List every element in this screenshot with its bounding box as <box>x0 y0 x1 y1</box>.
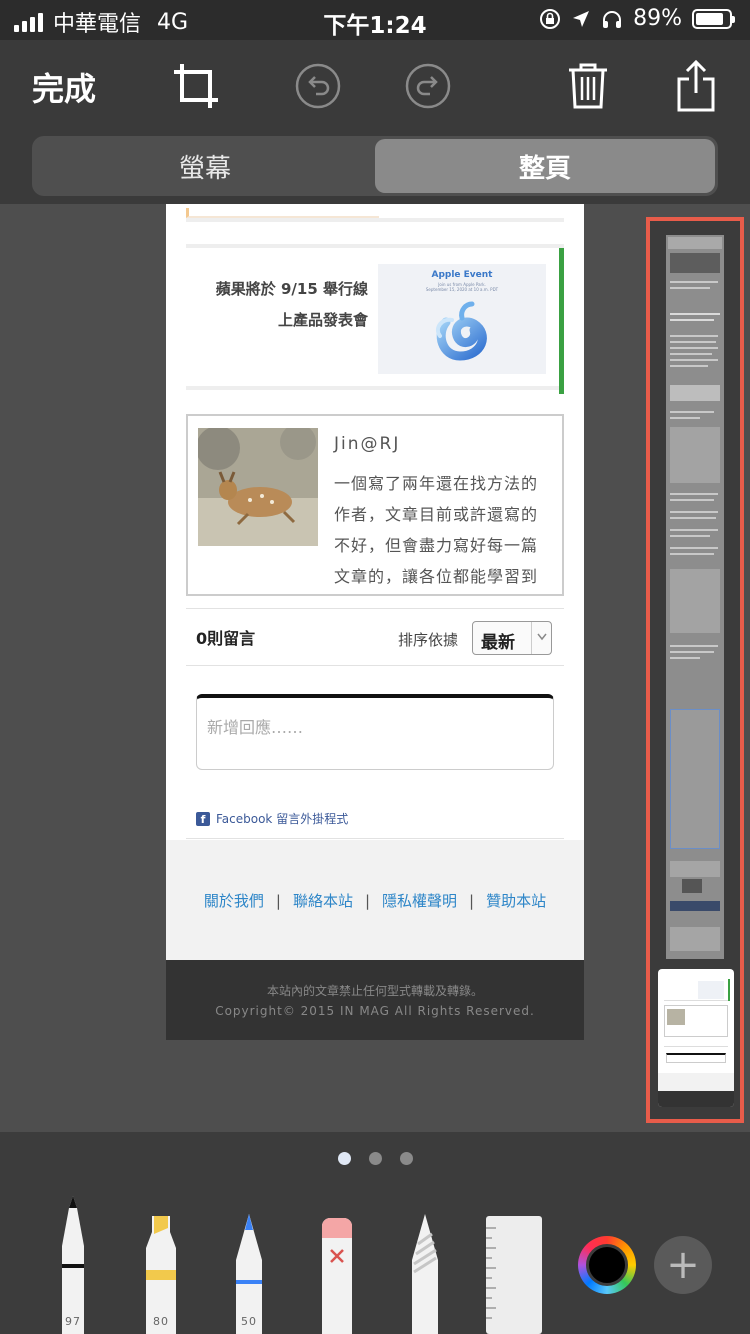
eraser-tool[interactable] <box>318 1216 356 1334</box>
pencil-tool[interactable]: 50 <box>230 1214 268 1334</box>
author-avatar <box>198 428 318 546</box>
page-indicator <box>0 1152 750 1165</box>
capture-mode-control: 螢幕 整頁 <box>32 136 718 196</box>
battery-icon <box>692 8 735 29</box>
footer-copyright: 本站內的文章禁止任何型式轉載及轉錄。 Copyright© 2015 IN MA… <box>166 960 584 1040</box>
lasso-tool[interactable] <box>406 1214 444 1334</box>
redo-icon[interactable] <box>400 58 456 114</box>
markup-tool-palette: 97 80 50 + <box>0 1132 750 1334</box>
divider <box>186 838 564 839</box>
status-bar: 中華電信 4G 下午1:24 89% <box>0 0 750 40</box>
crop-icon[interactable] <box>168 58 224 114</box>
undo-icon[interactable] <box>290 58 346 114</box>
related-article[interactable]: 蘋果將於 9/15 舉行線 上產品發表會 Apple Event Join us… <box>186 244 564 394</box>
pen-icon <box>62 1196 84 1334</box>
pen-tool[interactable]: 97 <box>54 1196 92 1334</box>
page-thumbnail[interactable] <box>666 235 724 959</box>
divider <box>186 208 564 222</box>
footer-link-sponsor[interactable]: 贊助本站 <box>486 890 546 911</box>
tab-full-page[interactable]: 整頁 <box>375 139 715 193</box>
headphones-icon <box>603 10 622 28</box>
page-thumbnail-strip[interactable] <box>646 217 744 1123</box>
reply-input[interactable]: 新增回應…… <box>196 694 554 770</box>
page-dot-2[interactable] <box>368 1152 382 1165</box>
accent-bar <box>559 248 564 394</box>
ruler-tool[interactable] <box>486 1216 542 1334</box>
plus-icon: + <box>666 1242 700 1288</box>
webpage-preview[interactable]: 蘋果將於 9/15 舉行線 上產品發表會 Apple Event Join us… <box>166 204 584 1040</box>
footer-link-about[interactable]: 關於我們 <box>204 890 264 911</box>
color-picker-button[interactable] <box>578 1236 636 1294</box>
done-button[interactable]: 完成 <box>32 64 96 110</box>
footer-links: 關於我們 | 聯絡本站 | 隱私權聲明 | 贊助本站 <box>166 840 584 960</box>
share-icon[interactable] <box>668 58 724 114</box>
related-article-image[interactable]: Apple Event Join us from Apple Park. Sept… <box>378 264 546 374</box>
page-dot-1[interactable] <box>337 1152 351 1165</box>
rotation-lock-icon <box>540 8 561 29</box>
screenshot-canvas[interactable]: 蘋果將於 9/15 舉行線 上產品發表會 Apple Event Join us… <box>0 204 750 1132</box>
trash-icon[interactable] <box>560 58 616 114</box>
location-icon <box>573 10 590 27</box>
sort-select[interactable]: 最新 <box>472 621 552 655</box>
add-tool-button[interactable]: + <box>654 1236 712 1294</box>
sort-label: 排序依據 <box>398 631 459 649</box>
facebook-plugin-link[interactable]: f Facebook 留言外掛程式 <box>196 810 348 827</box>
tab-screen[interactable]: 螢幕 <box>35 139 375 193</box>
related-article-title: 蘋果將於 9/15 舉行線 上產品發表會 <box>215 280 368 329</box>
battery-percent: 89% <box>633 6 682 31</box>
capture-mode-bar: 螢幕 整頁 <box>0 130 750 204</box>
page-dot-3[interactable] <box>399 1152 413 1165</box>
ruler-icon <box>486 1216 542 1334</box>
current-color-swatch <box>586 1244 628 1286</box>
eraser-icon <box>322 1218 352 1334</box>
apple-event-logo-icon <box>435 301 487 361</box>
footer-link-privacy[interactable]: 隱私權聲明 <box>382 890 457 911</box>
comment-count: 0則留言 <box>196 629 256 648</box>
author-name: Jin@RJ <box>334 434 401 454</box>
status-right: 89% <box>539 6 735 31</box>
facebook-icon: f <box>196 811 210 826</box>
author-box: Jin@RJ 一個寫了兩年還在找方法的 作者，文章目前或許還寫的 不好，但會盡力… <box>186 414 564 596</box>
markup-toolbar: 完成 <box>0 40 750 130</box>
footer-link-contact[interactable]: 聯絡本站 <box>293 890 353 911</box>
comments-header: 0則留言 排序依據 最新 <box>186 608 564 666</box>
author-bio: 一個寫了兩年還在找方法的 作者，文章目前或許還寫的 不好，但會盡力寫好每一篇 文… <box>334 474 539 586</box>
visible-area-thumbnail[interactable] <box>658 969 734 1107</box>
highlighter-tool[interactable]: 80 <box>142 1216 180 1334</box>
lasso-icon <box>412 1214 438 1334</box>
chevron-down-icon <box>531 622 551 654</box>
